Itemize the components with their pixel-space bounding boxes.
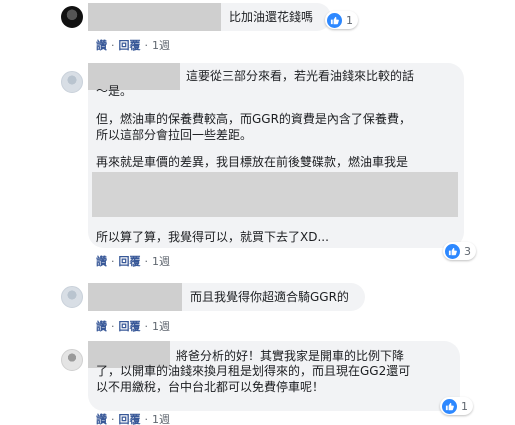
- comment-actions: 讚 · 回覆 · 1週: [96, 253, 170, 269]
- timestamp[interactable]: 1週: [152, 413, 170, 425]
- comment-text-line: 所以這部分會拉回一些差距。: [96, 128, 253, 142]
- comment-actions: 讚 · 回覆 · 1週: [96, 37, 170, 53]
- comment-text-line: 了，以開車的油錢來換月租是划得來的，而且現在GG2還可: [96, 364, 411, 378]
- like-icon: [327, 12, 342, 28]
- separator-dot: ·: [144, 255, 149, 268]
- like-button[interactable]: 讚: [96, 39, 107, 52]
- separator-dot: ·: [111, 255, 115, 268]
- avatar[interactable]: [61, 286, 83, 308]
- like-count: 1: [461, 399, 468, 413]
- comment-actions: 讚 · 回覆 · 1週: [96, 318, 170, 334]
- like-icon: [442, 398, 457, 414]
- separator-dot: ·: [111, 39, 115, 52]
- comment-text: 比加油還花錢嗎: [229, 10, 314, 24]
- like-icon: [445, 243, 460, 259]
- reaction-count[interactable]: 1: [440, 397, 473, 415]
- comment-text-line: 將爸分析的好！其實我家是開車的比例下降: [176, 349, 405, 363]
- comment-text-line: ～是。: [96, 84, 133, 98]
- commenter-name-redacted[interactable]: [88, 283, 182, 311]
- like-button[interactable]: 讚: [96, 413, 107, 425]
- avatar[interactable]: [61, 6, 83, 28]
- comment-text: 而且我覺得你超適合騎GGR的: [190, 290, 349, 304]
- comment-text-line: 再來就是車價的差異，我目標放在前後雙碟款，燃油車我是: [96, 155, 409, 169]
- reply-button[interactable]: 回覆: [119, 413, 141, 425]
- timestamp[interactable]: 1週: [152, 255, 170, 268]
- timestamp[interactable]: 1週: [152, 320, 170, 333]
- like-count: 3: [464, 244, 471, 258]
- comment-text-line: 所以算了算，我覺得可以，就買下去了XD...: [96, 230, 329, 244]
- separator-dot: ·: [111, 320, 115, 333]
- like-button[interactable]: 讚: [96, 320, 107, 333]
- separator-dot: ·: [144, 39, 149, 52]
- comment-text-line: 但，燃油車的保養費較高，而GGR的資費是內含了保養費，: [96, 112, 411, 126]
- separator-dot: ·: [111, 413, 115, 425]
- like-button[interactable]: 讚: [96, 255, 107, 268]
- like-count: 1: [346, 13, 353, 27]
- reaction-count[interactable]: 1: [325, 11, 358, 29]
- separator-dot: ·: [144, 413, 149, 425]
- comment-actions: 讚 · 回覆 · 1週: [96, 411, 170, 425]
- comment-text-line: 這要從三部分來看，若光看油錢來比較的話: [186, 69, 415, 83]
- reply-button[interactable]: 回覆: [119, 320, 141, 333]
- reply-button[interactable]: 回覆: [119, 255, 141, 268]
- redacted-content: [92, 172, 458, 217]
- timestamp[interactable]: 1週: [152, 39, 170, 52]
- separator-dot: ·: [144, 320, 149, 333]
- comment-text-line: 以不用繳稅，台中台北都可以免費停車呢！: [96, 380, 325, 394]
- avatar[interactable]: [61, 71, 83, 93]
- commenter-name-redacted[interactable]: [88, 3, 221, 31]
- reaction-count[interactable]: 3: [443, 242, 476, 260]
- avatar[interactable]: [61, 349, 83, 371]
- reply-button[interactable]: 回覆: [119, 39, 141, 52]
